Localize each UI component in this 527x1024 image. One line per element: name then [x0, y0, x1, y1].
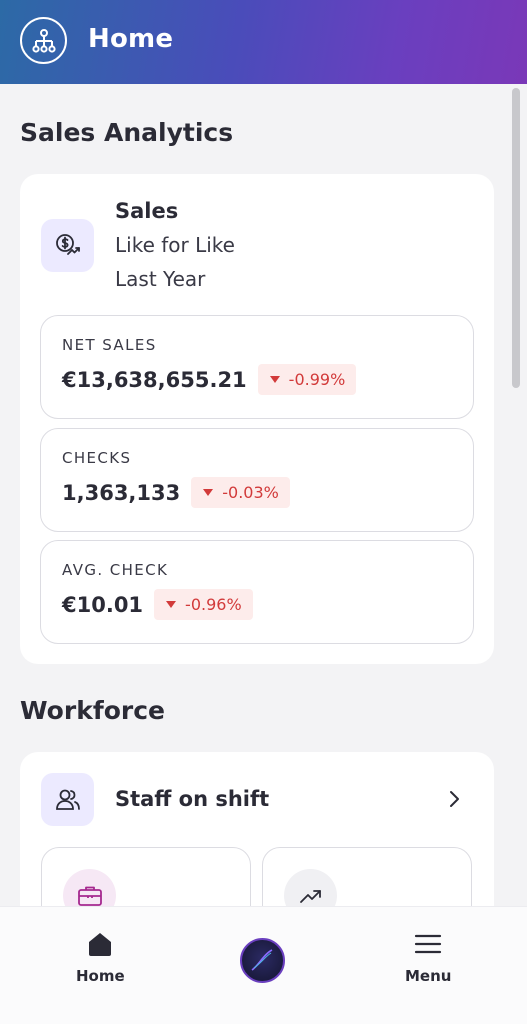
chevron-right-icon[interactable] — [448, 790, 460, 812]
staff-on-shift-label[interactable]: Staff on shift — [115, 787, 269, 811]
people-icon — [41, 773, 94, 826]
trend-up-icon — [284, 869, 337, 906]
change-value: -0.03% — [222, 483, 279, 502]
nav-item-menu[interactable]: Menu — [405, 931, 451, 985]
briefcase-icon — [63, 869, 116, 906]
nav-label: Home — [76, 967, 125, 985]
section-title-workforce: Workforce — [20, 696, 165, 725]
hamburger-menu-icon — [415, 934, 442, 954]
section-title-sales-analytics: Sales Analytics — [20, 118, 234, 147]
app-header: Home — [0, 0, 527, 84]
nav-item-home[interactable]: Home — [76, 931, 125, 985]
workforce-tile[interactable] — [262, 847, 472, 906]
assistant-button[interactable] — [240, 938, 285, 983]
metric-checks[interactable]: CHECKS 1,363,133 -0.03% — [40, 428, 474, 532]
metric-net-sales[interactable]: NET SALES €13,638,655.21 -0.99% — [40, 315, 474, 419]
down-arrow-icon — [269, 376, 280, 383]
metric-label: AVG. CHECK — [62, 561, 169, 579]
metric-label: NET SALES — [62, 336, 157, 354]
card-subtitle: Like for Like — [115, 233, 235, 257]
org-tree-icon[interactable] — [20, 17, 67, 64]
metric-label: CHECKS — [62, 449, 132, 467]
change-value: -0.96% — [185, 595, 242, 614]
down-arrow-icon — [203, 489, 214, 496]
bottom-nav: Home Menu — [0, 906, 527, 1024]
metric-avg-check[interactable]: AVG. CHECK €10.01 -0.96% — [40, 540, 474, 644]
change-badge: -0.03% — [191, 477, 290, 508]
card-title: Sales — [115, 199, 179, 223]
assistant-icon — [251, 949, 273, 971]
card-subtitle: Last Year — [115, 267, 206, 291]
dollar-trend-icon — [41, 219, 94, 272]
workforce-tile[interactable] — [41, 847, 251, 906]
home-icon — [89, 933, 112, 956]
metric-value: €13,638,655.21 — [62, 367, 247, 392]
change-badge: -0.96% — [154, 589, 253, 620]
down-arrow-icon — [166, 601, 177, 608]
nav-label: Menu — [405, 967, 452, 985]
change-value: -0.99% — [288, 370, 346, 389]
sales-card[interactable]: Sales Like for Like Last Year NET SALES … — [20, 174, 494, 664]
metric-value: 1,363,133 — [62, 480, 181, 505]
metric-value: €10.01 — [62, 592, 144, 617]
change-badge: -0.99% — [257, 364, 357, 395]
scrollbar[interactable] — [512, 88, 520, 388]
page-title: Home — [88, 24, 174, 54]
workforce-card[interactable]: Staff on shift — [20, 752, 494, 906]
main-content[interactable]: Sales Analytics Sales Like for Like Last… — [0, 84, 527, 906]
